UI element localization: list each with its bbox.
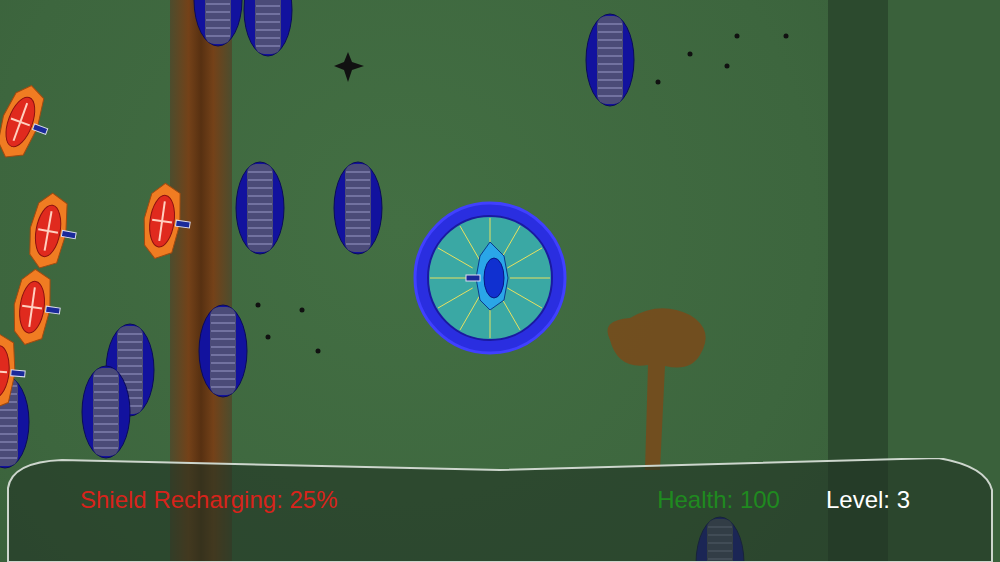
enemy-ship-icon (0, 330, 34, 415)
enemy-unit (0, 330, 34, 415)
hud-text: Level: 3 (826, 486, 910, 514)
enemy-ship-icon (19, 188, 88, 277)
enemy-unit (0, 77, 66, 171)
pod-icon (585, 12, 635, 108)
pod-unit (333, 160, 383, 256)
pod-icon (198, 303, 248, 399)
enemy-ship-icon (135, 178, 202, 265)
player-ship[interactable] (410, 198, 570, 358)
game-field[interactable]: Shield Recharging: 25% Health: 100 Level: … (0, 0, 1000, 562)
pod-unit (585, 12, 635, 108)
enemy-unit (5, 264, 72, 351)
enemy-ship-icon (5, 264, 72, 351)
pod-icon (193, 0, 243, 48)
hud-text: Shield Recharging: 25% (80, 486, 611, 514)
enemy-unit (135, 178, 202, 265)
pod-icon (243, 0, 293, 58)
pod-icon (333, 160, 383, 256)
pod-unit (81, 364, 131, 460)
pod-unit (243, 0, 293, 58)
pod-icon (81, 364, 131, 460)
pod-unit (193, 0, 243, 48)
player-ship-icon (410, 198, 570, 358)
hud-panel: Shield Recharging: 25% Health: 100 Level: … (0, 458, 1000, 562)
hud-text: Health: 100 (657, 486, 780, 514)
enemy-ship-icon (0, 77, 66, 171)
shield-icon (415, 203, 565, 353)
hud-row: Shield Recharging: 25% Health: 100 Level: … (0, 458, 1000, 518)
pod-unit (198, 303, 248, 399)
pod-icon (235, 160, 285, 256)
pod-unit (235, 160, 285, 256)
enemy-unit (19, 188, 88, 277)
